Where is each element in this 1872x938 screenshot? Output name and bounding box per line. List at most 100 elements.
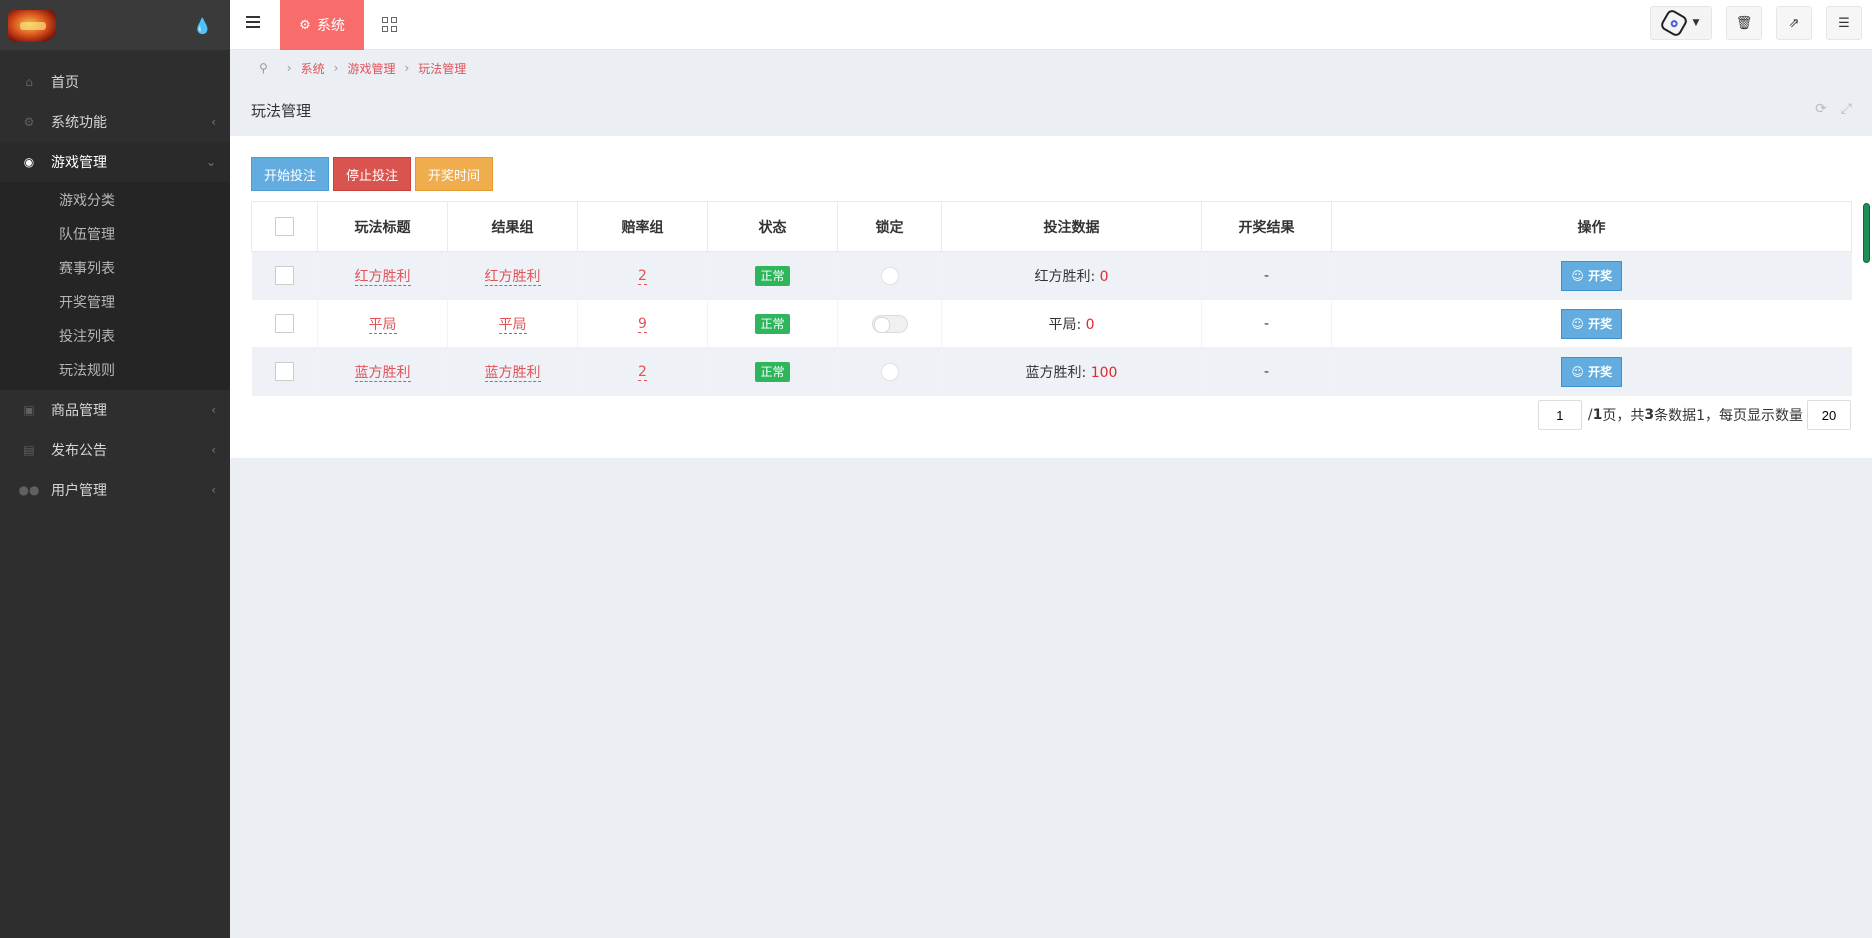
col-header-lock[interactable]: 锁定 (837, 201, 942, 252)
edit-odds-link[interactable]: 2 (638, 363, 647, 381)
page-title: 玩法管理 (251, 102, 312, 120)
chevron-left-icon: ‹ (211, 115, 216, 129)
sidebar-item-goods[interactable]: ▣ 商品管理 ‹ (0, 390, 230, 430)
row-checkbox[interactable] (274, 266, 294, 285)
panel-body: 开始投注 停止投注 开奖时间 玩法标题 结果组 赔率组 状态 锁定 投注数据 开… (230, 136, 1872, 458)
start-betting-button[interactable]: 开始投注 (251, 157, 330, 191)
table-row: 蓝方胜利 蓝方胜利 2 正常 蓝方胜利: 100 - ☺ 开奖 (251, 347, 1852, 396)
sidebar-item-label: 游戏管理 (51, 155, 107, 171)
col-header-title[interactable]: 玩法标题 (317, 201, 448, 252)
sidebar-item-home[interactable]: ⌂ 首页 (0, 62, 230, 102)
tab-label: 系统 (316, 18, 345, 34)
edit-group-link[interactable]: 平局 (498, 316, 527, 334)
sidebar: 💧 ⌂ 首页 ⚙ 系统功能 ‹ ◉ 游戏管理 ⌄ 游戏分类 队伍管理 赛事列表 … (0, 0, 230, 938)
panel-tools: ⟳ ⤢ (1815, 101, 1852, 117)
edit-group-link[interactable]: 蓝方胜利 (484, 364, 541, 382)
sidebar-item-system[interactable]: ⚙ 系统功能 ‹ (0, 102, 230, 142)
col-header-result[interactable]: 开奖结果 (1201, 201, 1332, 252)
status-badge: 正常 (755, 362, 790, 382)
cell-title: 红方胜利 (317, 251, 448, 300)
fullscreen-icon[interactable]: ⤢ (1841, 101, 1852, 117)
edit-title-link[interactable]: 红方胜利 (354, 268, 411, 286)
chevron-left-icon: ‹ (211, 403, 216, 417)
submenu-item-bets[interactable]: 投注列表 (0, 320, 230, 354)
col-header-group[interactable]: 结果组 (447, 201, 578, 252)
cell-lock (837, 347, 942, 396)
menu-toggle-icon[interactable] (246, 16, 260, 28)
newspaper-icon: ▤ (23, 443, 35, 457)
row-checkbox[interactable] (274, 362, 294, 381)
total-count: 3 (1644, 407, 1655, 423)
scrollbar-thumb[interactable] (1863, 203, 1870, 263)
lock-toggle[interactable] (880, 266, 899, 285)
play-table: 玩法标题 结果组 赔率组 状态 锁定 投注数据 开奖结果 操作 红方胜利 红方胜… (251, 201, 1852, 396)
sidebar-item-label: 商品管理 (51, 403, 107, 419)
breadcrumb-separator: › (333, 61, 339, 75)
breadcrumb-game[interactable]: 游戏管理 (347, 60, 395, 77)
bet-value: 0 (1099, 268, 1109, 285)
row-select-cell (251, 251, 318, 300)
clear-cache-button[interactable]: 🗑 (1726, 6, 1762, 40)
submenu-item-team[interactable]: 队伍管理 (0, 218, 230, 252)
chevron-down-icon: ⌄ (205, 155, 216, 169)
sidebar-item-users[interactable]: ●● 用户管理 ‹ (0, 470, 230, 510)
edit-title-link[interactable]: 平局 (368, 316, 397, 334)
cell-bet-data: 红方胜利: 0 (941, 251, 1202, 300)
list-icon: ☰ (1838, 15, 1850, 31)
edit-odds-link[interactable]: 2 (638, 267, 647, 285)
col-header-odds[interactable]: 赔率组 (577, 201, 708, 252)
theme-drop-icon[interactable]: 💧 (193, 17, 212, 35)
open-frontend-button[interactable]: ⇗ (1776, 6, 1812, 40)
submenu-item-game-category[interactable]: 游戏分类 (0, 184, 230, 218)
breadcrumb-separator: › (404, 61, 410, 75)
lock-toggle[interactable] (871, 314, 908, 333)
row-checkbox[interactable] (274, 314, 294, 333)
table-row: 平局 平局 9 正常 平局: 0 - ☺ 开奖 (251, 299, 1852, 348)
pager-text-mid: 页，共 (1602, 408, 1645, 424)
draw-button[interactable]: ☺ 开奖 (1561, 260, 1623, 291)
select-all-checkbox[interactable] (275, 217, 294, 236)
toolbar: 开始投注 停止投注 开奖时间 (251, 157, 494, 191)
gear-icon: ⚙ (23, 115, 35, 129)
breadcrumb-current[interactable]: 玩法管理 (418, 60, 466, 77)
sidebar-item-notice[interactable]: ▤ 发布公告 ‹ (0, 430, 230, 470)
users-icon: ●● (18, 483, 40, 497)
sidebar-item-game[interactable]: ◉ 游戏管理 ⌄ (0, 142, 230, 182)
cell-odds: 2 (577, 251, 708, 300)
page-input[interactable] (1537, 400, 1582, 430)
bet-value: 0 (1085, 316, 1095, 333)
breadcrumb-separator: › (286, 61, 292, 75)
draw-button[interactable]: ☺ 开奖 (1561, 308, 1623, 339)
draw-time-button[interactable]: 开奖时间 (415, 157, 494, 191)
settings-panel-button[interactable]: ☰ (1826, 6, 1862, 40)
submenu-item-rules[interactable]: 玩法规则 (0, 354, 230, 388)
logo[interactable] (8, 10, 56, 42)
lock-toggle[interactable] (880, 362, 899, 381)
edit-group-link[interactable]: 红方胜利 (484, 268, 541, 286)
refresh-icon[interactable]: ⟳ (1815, 101, 1827, 117)
col-header-bet-data[interactable]: 投注数据 (941, 201, 1202, 252)
grid-icon[interactable] (382, 17, 397, 32)
edit-title-link[interactable]: 蓝方胜利 (354, 364, 411, 382)
bag-icon: ▣ (23, 403, 35, 417)
chevron-left-icon: ‹ (211, 443, 216, 457)
main-content: ⚲ › 系统 › 游戏管理 › 玩法管理 玩法管理 ⟳ ⤢ 开始投注 停止投注 … (230, 51, 1872, 938)
per-page-input[interactable] (1807, 400, 1851, 430)
cell-action: ☺ 开奖 (1331, 251, 1852, 300)
col-header-status[interactable]: 状态 (707, 201, 838, 252)
tab-system[interactable]: ⚙ 系统 (280, 0, 364, 50)
select-all-cell (251, 201, 318, 252)
total-pages: 1 (1592, 407, 1603, 423)
gamepad-icon: ◉ (23, 155, 35, 169)
user-menu-button[interactable]: ▼ (1650, 6, 1712, 40)
cell-status: 正常 (707, 299, 838, 348)
cell-result: - (1201, 299, 1332, 348)
breadcrumb-system[interactable]: 系统 (301, 60, 325, 77)
submenu-item-draw[interactable]: 开奖管理 (0, 286, 230, 320)
game-submenu: 游戏分类 队伍管理 赛事列表 开奖管理 投注列表 玩法规则 (0, 182, 230, 390)
draw-button[interactable]: ☺ 开奖 (1561, 356, 1623, 387)
external-link-icon: ⇗ (1788, 15, 1800, 31)
stop-betting-button[interactable]: 停止投注 (333, 157, 412, 191)
submenu-item-events[interactable]: 赛事列表 (0, 252, 230, 286)
edit-odds-link[interactable]: 9 (638, 315, 647, 333)
